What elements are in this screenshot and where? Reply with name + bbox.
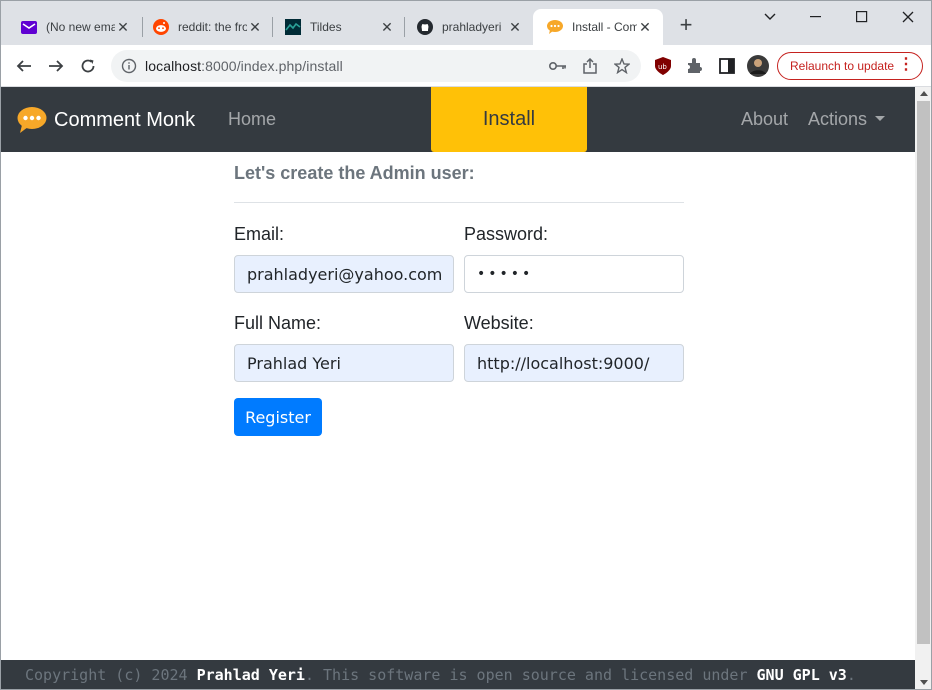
page-viewport: Comment Monk Home Install About Actions … [1,87,915,689]
forward-icon[interactable] [43,53,69,79]
vertical-scrollbar[interactable] [915,87,931,689]
reddit-icon [153,19,169,35]
email-field[interactable]: prahladyeri@yahoo.com [234,255,454,293]
email-label: Email: [234,224,285,244]
share-icon[interactable] [581,57,599,75]
tab-tildes[interactable]: Tildes ✕ [271,9,405,45]
tab-title: Tildes [310,20,342,34]
tildes-icon [285,19,301,35]
footer-period: . [846,666,856,684]
website-label: Website: [464,313,534,333]
reload-icon[interactable] [75,53,101,79]
site-footer: Copyright (c) 2024 Prahlad Yeri. This so… [1,660,915,689]
svg-text:ub: ub [658,63,667,71]
relaunch-label: Relaunch to update [790,59,895,73]
tab-title: prahladyeri [442,20,502,34]
nav-actions-label: Actions [808,109,868,129]
website-field[interactable]: http://localhost:9000/ [464,344,684,382]
tab-strip: (No new emails) ✕ reddit: the front page… [1,1,931,45]
new-tab-button[interactable]: + [675,14,697,37]
tab-github[interactable]: prahladyeri ✕ [403,9,533,45]
register-button[interactable]: Register [234,398,322,436]
divider [234,202,684,203]
form-heading: Let's create the Admin user: [234,163,475,183]
mail-icon [21,19,37,35]
side-panel-icon[interactable] [716,55,738,77]
nav-install-label: Install [482,108,536,130]
scroll-up-icon[interactable] [920,91,928,96]
address-bar[interactable]: localhost:8000/index.php/install [111,50,641,82]
password-field[interactable]: ••••• [464,255,684,293]
close-tab-icon[interactable]: ✕ [507,19,523,35]
tab-reddit[interactable]: reddit: the front page ✕ [139,9,273,45]
close-window-icon[interactable] [885,5,931,29]
key-icon[interactable] [549,57,567,75]
browser-toolbar: localhost:8000/index.php/install ub Rela… [1,45,931,87]
nav-install[interactable]: Install [431,87,587,152]
tab-mail[interactable]: (No new emails) ✕ [7,9,141,45]
fullname-label: Full Name: [234,313,322,333]
site-navbar: Comment Monk Home Install About Actions [1,87,915,152]
fullname-field[interactable]: Prahlad Yeri [234,344,454,382]
back-icon[interactable] [11,53,37,79]
tab-title: reddit: the front page [178,20,247,34]
site-info-icon[interactable] [121,58,137,74]
extensions-icon[interactable] [684,55,706,77]
nav-actions-dropdown[interactable]: Actions [808,109,886,130]
tab-title: Install - Comment Monk [572,20,637,34]
url-text: localhost:8000/index.php/install [145,58,343,74]
ublock-icon[interactable]: ub [652,55,674,77]
tab-search-icon[interactable] [747,5,793,29]
caret-down-icon [875,115,886,121]
browser-window: (No new emails) ✕ reddit: the front page… [0,0,932,690]
footer-author: Prahlad Yeri [196,666,305,684]
menu-dots-icon[interactable]: ⋮ [898,57,914,73]
scroll-down-icon[interactable] [920,680,928,685]
nav-home[interactable]: Home [228,109,276,130]
brand-name: Comment Monk [54,108,196,131]
relaunch-button[interactable]: Relaunch to update ⋮ [777,52,923,80]
tab-title: (No new emails) [46,20,115,34]
url-path: :8000/index.php/install [201,58,343,74]
footer-copyright: Copyright (c) 2024 [25,666,197,684]
profile-avatar[interactable] [747,55,769,77]
comment-icon [547,19,563,35]
minimize-icon[interactable] [793,5,839,29]
password-label: Password: [464,224,549,244]
bookmark-star-icon[interactable] [613,57,631,75]
scrollbar-thumb[interactable] [917,101,930,644]
comment-bubble-icon [17,107,47,133]
tab-install[interactable]: Install - Comment Monk ✕ [533,9,663,45]
brand-link[interactable]: Comment Monk [17,107,195,133]
maximize-icon[interactable] [839,5,885,29]
footer-license-link[interactable]: GNU GPL v3 [757,666,847,684]
github-icon [417,19,433,35]
close-tab-icon[interactable]: ✕ [115,19,131,35]
url-host: localhost [145,58,202,74]
nav-about[interactable]: About [741,109,788,130]
close-tab-icon[interactable]: ✕ [637,19,653,35]
close-tab-icon[interactable]: ✕ [379,19,395,35]
footer-license-text: . This software is open source and licen… [304,666,757,684]
close-tab-icon[interactable]: ✕ [247,19,263,35]
